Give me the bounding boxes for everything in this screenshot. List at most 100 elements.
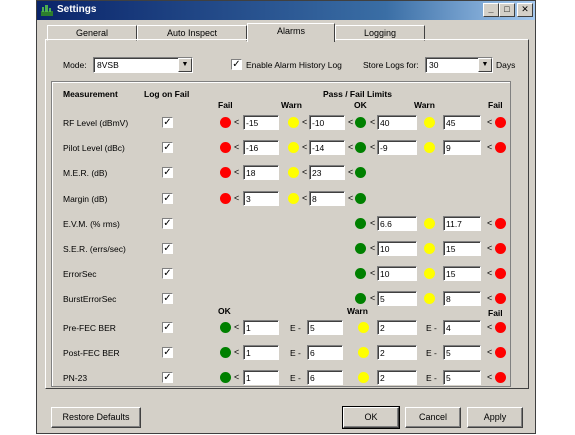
fail-high-input[interactable]: 11.7 bbox=[443, 216, 481, 231]
alarm-history-checkbox[interactable]: ✓ bbox=[231, 59, 242, 70]
fail-mantissa-input[interactable]: 2 bbox=[377, 320, 417, 335]
fail-indicator-icon bbox=[495, 322, 506, 333]
minimize-button[interactable]: _ bbox=[483, 3, 499, 17]
warn-low-input[interactable]: 23 bbox=[309, 165, 345, 180]
warn-indicator-icon bbox=[424, 243, 435, 254]
maximize-button[interactable]: □ bbox=[499, 3, 515, 17]
less-than-sign: < bbox=[487, 372, 493, 382]
less-than-sign: < bbox=[234, 322, 240, 332]
settings-window: Settings _ □ ✕ General Auto Inspect Alar… bbox=[36, 0, 536, 434]
less-than-sign: < bbox=[487, 142, 493, 152]
fail-indicator-icon bbox=[220, 193, 231, 204]
less-than-sign: < bbox=[487, 117, 493, 127]
chevron-down-icon[interactable]: ▼ bbox=[478, 58, 492, 72]
ok-indicator-icon bbox=[355, 268, 366, 279]
log-on-fail-checkbox[interactable]: ✓ bbox=[162, 322, 173, 333]
tab-alarms[interactable]: Alarms bbox=[247, 23, 335, 42]
less-than-sign: < bbox=[370, 268, 376, 278]
fail-low-input[interactable]: 18 bbox=[243, 165, 279, 180]
fail-high-input[interactable]: 15 bbox=[443, 241, 481, 256]
warn-high-input[interactable]: -9 bbox=[377, 140, 417, 155]
measurement-label: M.E.R. (dB) bbox=[63, 168, 108, 178]
fail-low-input[interactable]: -15 bbox=[243, 115, 279, 130]
restore-defaults-button[interactable]: Restore Defaults bbox=[51, 407, 141, 428]
less-than-sign: < bbox=[370, 117, 376, 127]
mode-label: Mode: bbox=[63, 60, 87, 70]
days-label: Days bbox=[496, 60, 516, 70]
warn-indicator-icon bbox=[424, 268, 435, 279]
fail-mantissa-input[interactable]: 2 bbox=[377, 345, 417, 360]
log-on-fail-checkbox[interactable]: ✓ bbox=[162, 293, 173, 304]
ok-indicator-icon bbox=[220, 372, 231, 383]
warn-high-input[interactable]: 10 bbox=[377, 241, 417, 256]
fail-low-input[interactable]: -16 bbox=[243, 140, 279, 155]
apply-button[interactable]: Apply bbox=[467, 407, 523, 428]
measurement-label: ErrorSec bbox=[63, 269, 97, 279]
less-than-sign: < bbox=[487, 347, 493, 357]
ok-exponent-input[interactable]: 6 bbox=[307, 345, 343, 360]
title-bar[interactable]: Settings _ □ ✕ bbox=[37, 1, 535, 20]
fail-high-input[interactable]: 45 bbox=[443, 115, 481, 130]
ok-mantissa-input[interactable]: 1 bbox=[243, 320, 279, 335]
close-button[interactable]: ✕ bbox=[517, 3, 533, 17]
log-on-fail-checkbox[interactable]: ✓ bbox=[162, 117, 173, 128]
alarm-history-label: Enable Alarm History Log bbox=[246, 60, 342, 70]
ok-exponent-input[interactable]: 5 bbox=[307, 320, 343, 335]
fail-exponent-input[interactable]: 5 bbox=[443, 345, 481, 360]
warn-low-input[interactable]: -14 bbox=[309, 140, 345, 155]
chevron-down-icon[interactable]: ▼ bbox=[178, 58, 192, 72]
fail-high-input[interactable]: 8 bbox=[443, 291, 481, 306]
fail-mantissa-input[interactable]: 2 bbox=[377, 370, 417, 385]
warn-indicator-icon bbox=[424, 293, 435, 304]
fail-indicator-icon bbox=[220, 117, 231, 128]
log-on-fail-checkbox[interactable]: ✓ bbox=[162, 268, 173, 279]
less-than-sign: < bbox=[348, 142, 354, 152]
log-on-fail-checkbox[interactable]: ✓ bbox=[162, 218, 173, 229]
measurement-label: S.E.R. (errs/sec) bbox=[63, 244, 126, 254]
log-on-fail-checkbox[interactable]: ✓ bbox=[162, 193, 173, 204]
log-on-fail-checkbox[interactable]: ✓ bbox=[162, 142, 173, 153]
warn-header-2: Warn bbox=[414, 100, 435, 110]
ok-button[interactable]: OK bbox=[342, 406, 400, 429]
ok-mantissa-input[interactable]: 1 bbox=[243, 370, 279, 385]
warn-high-input[interactable]: 6.6 bbox=[377, 216, 417, 231]
less-than-sign: < bbox=[348, 167, 354, 177]
warn-indicator-icon bbox=[358, 347, 369, 358]
ok-exponent-input[interactable]: 6 bbox=[307, 370, 343, 385]
fail-high-input[interactable]: 9 bbox=[443, 140, 481, 155]
fail-indicator-icon bbox=[220, 167, 231, 178]
fail-low-input[interactable]: 3 bbox=[243, 191, 279, 206]
cancel-button[interactable]: Cancel bbox=[405, 407, 461, 428]
warn-low-input[interactable]: 8 bbox=[309, 191, 345, 206]
mode-select[interactable]: 8VSB ▼ bbox=[93, 57, 193, 73]
ok-mantissa-input[interactable]: 1 bbox=[243, 345, 279, 360]
warn-high-input[interactable]: 5 bbox=[377, 291, 417, 306]
ok-header: OK bbox=[354, 100, 367, 110]
fail-exponent-input[interactable]: 4 bbox=[443, 320, 481, 335]
ok-indicator-icon bbox=[355, 243, 366, 254]
exponent-label: E - bbox=[426, 373, 437, 383]
fail-exponent-input[interactable]: 5 bbox=[443, 370, 481, 385]
measurement-label: Pilot Level (dBc) bbox=[63, 143, 125, 153]
less-than-sign: < bbox=[487, 218, 493, 228]
less-than-sign: < bbox=[302, 142, 308, 152]
fail-high-input[interactable]: 15 bbox=[443, 266, 481, 281]
exponent-label: E - bbox=[426, 348, 437, 358]
ok-indicator-icon bbox=[220, 347, 231, 358]
fail-indicator-icon bbox=[495, 347, 506, 358]
warn-indicator-icon bbox=[288, 167, 299, 178]
log-on-fail-checkbox[interactable]: ✓ bbox=[162, 167, 173, 178]
log-on-fail-checkbox[interactable]: ✓ bbox=[162, 347, 173, 358]
warn-low-input[interactable]: -10 bbox=[309, 115, 345, 130]
fail-indicator-icon bbox=[495, 293, 506, 304]
log-on-fail-checkbox[interactable]: ✓ bbox=[162, 372, 173, 383]
less-than-sign: < bbox=[234, 117, 240, 127]
warn-indicator-icon bbox=[358, 322, 369, 333]
warn-high-input[interactable]: 40 bbox=[377, 115, 417, 130]
store-logs-select[interactable]: 30 ▼ bbox=[425, 57, 493, 73]
less-than-sign: < bbox=[487, 293, 493, 303]
warn-high-input[interactable]: 10 bbox=[377, 266, 417, 281]
measurement-label: RF Level (dBmV) bbox=[63, 118, 129, 128]
log-on-fail-checkbox[interactable]: ✓ bbox=[162, 243, 173, 254]
fail-indicator-icon bbox=[495, 372, 506, 383]
